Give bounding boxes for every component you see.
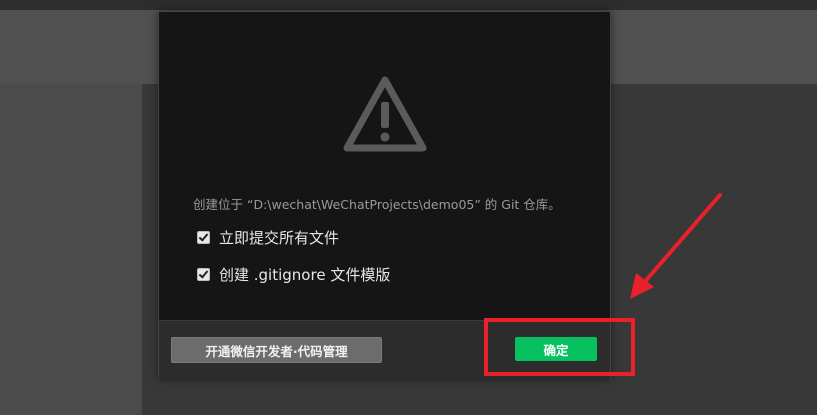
dialog-body: 创建位于 “D:\wechat\WeChatProjects\demo05” 的… xyxy=(159,12,610,320)
commit-all-label: 立即提交所有文件 xyxy=(219,228,340,247)
gitignore-checkbox[interactable] xyxy=(197,267,210,281)
annotation-arrow-icon xyxy=(630,193,722,299)
dialog-message: 创建位于 “D:\wechat\WeChatProjects\demo05” 的… xyxy=(193,197,561,212)
app-left-panel xyxy=(0,84,142,415)
option-commit-all[interactable]: 立即提交所有文件 xyxy=(197,227,339,247)
app-top-bar xyxy=(0,0,817,10)
option-create-gitignore[interactable]: 创建 .gitignore 文件模版 xyxy=(197,264,390,284)
commit-all-checkbox[interactable] xyxy=(197,230,210,244)
gitignore-label: 创建 .gitignore 文件模版 xyxy=(219,265,391,284)
open-code-management-button[interactable]: 开通微信开发者·代码管理 xyxy=(171,337,382,363)
warning-icon xyxy=(343,76,427,152)
annotation-highlight-box xyxy=(484,318,635,376)
